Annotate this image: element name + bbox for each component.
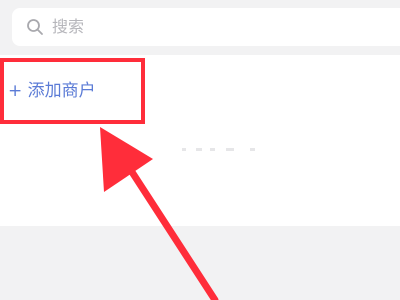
highlight-annotation-box [0, 58, 145, 124]
search-icon [27, 19, 43, 35]
bottom-empty-area [0, 226, 400, 300]
search-bar[interactable]: 搜索 [12, 8, 400, 46]
search-placeholder: 搜索 [52, 17, 85, 36]
faint-text-fragment [182, 148, 255, 151]
